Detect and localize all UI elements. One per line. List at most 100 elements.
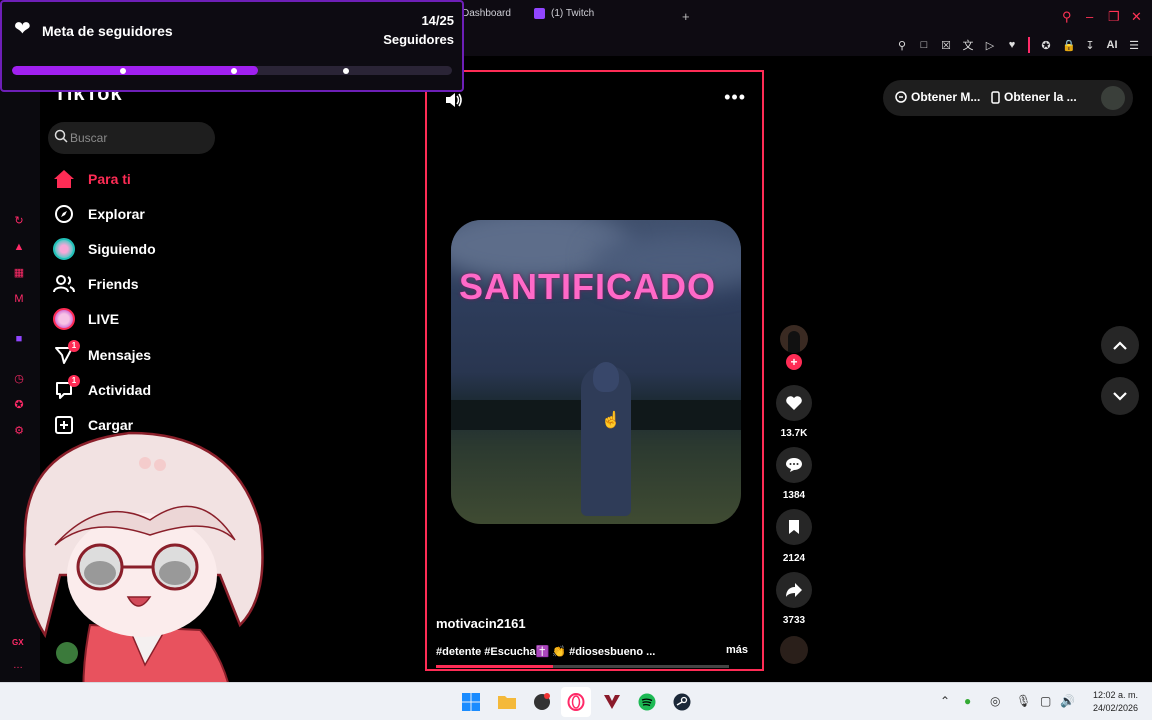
sound-disc[interactable]	[780, 636, 808, 664]
person-head	[593, 362, 619, 392]
get-app-label: Obtener la ...	[1004, 90, 1077, 104]
clock-time: 12:02 a. m.	[1092, 690, 1138, 700]
like-button[interactable]	[776, 385, 812, 421]
tab-dashboard[interactable]: Dashboard	[462, 8, 511, 19]
play-icon[interactable]: ▷	[984, 39, 996, 52]
goal-title: Meta de seguidores	[42, 23, 173, 39]
opera-gx-icon[interactable]	[565, 691, 587, 713]
caption-more-link[interactable]: más	[726, 644, 748, 656]
nav-explorar[interactable]: Explorar	[52, 200, 145, 228]
snapshot-icon[interactable]: □	[918, 39, 930, 51]
chevron-down-icon	[1113, 391, 1127, 401]
send-icon: 1	[52, 340, 80, 367]
goal-milestone-marker	[120, 68, 126, 74]
previous-video-button[interactable]	[1101, 326, 1139, 364]
system-clock[interactable]: 12:02 a. m. 24/02/2026	[1093, 689, 1138, 715]
heart-icon[interactable]: ♥	[1006, 39, 1018, 51]
file-explorer-icon[interactable]	[496, 691, 518, 713]
translate-icon[interactable]: 文	[962, 37, 974, 53]
clock-date: 24/02/2026	[1092, 703, 1138, 713]
follow-button[interactable]: +	[786, 354, 802, 370]
ai-button[interactable]: AI	[1106, 39, 1118, 51]
top-right-actions: Obtener M... Obtener la ...	[883, 80, 1133, 116]
next-video-button[interactable]	[1101, 377, 1139, 415]
share-button[interactable]	[776, 572, 812, 608]
following-avatar-icon	[52, 237, 76, 261]
start-icon[interactable]	[460, 691, 482, 713]
messages-badge: 1	[68, 340, 80, 352]
gx-corner-icon[interactable]: ▦	[12, 266, 26, 280]
activity-icon: 1	[52, 375, 80, 402]
goal-milestone-marker	[231, 68, 237, 74]
volume-icon[interactable]: 🔊	[1060, 694, 1075, 708]
restore-icon[interactable]: ❐	[1108, 9, 1120, 25]
get-coins-button[interactable]: Obtener M...	[895, 90, 980, 104]
friends-icon	[52, 272, 76, 296]
search-icon	[54, 129, 68, 143]
more-options-icon[interactable]: •••	[724, 88, 746, 106]
lock-icon[interactable]: 🔒	[1062, 39, 1076, 52]
spotify-icon[interactable]	[636, 691, 658, 713]
nav-label: Explorar	[88, 206, 145, 222]
menu-icon[interactable]: ☰	[1128, 39, 1140, 52]
nav-siguiendo[interactable]: Siguiendo	[52, 235, 156, 263]
goal-progress-fill	[12, 66, 259, 75]
comment-count: 1384	[782, 490, 806, 501]
clock-icon[interactable]: ◷	[12, 372, 26, 386]
ai-label: AI	[1106, 39, 1118, 51]
twitch-sidebar-icon[interactable]: ■	[12, 332, 26, 346]
nav-mensajes[interactable]: 1 Mensajes	[52, 340, 151, 369]
messenger-icon[interactable]: M	[12, 292, 26, 306]
goal-count: 14/25	[421, 13, 454, 28]
home-icon	[52, 167, 76, 191]
compass-icon	[52, 202, 76, 226]
nav-label: Para ti	[88, 171, 131, 187]
video-author[interactable]: motivacin2161	[436, 616, 526, 631]
extensions-icon[interactable]: ✪	[1040, 39, 1052, 52]
tab-twitch[interactable]: (1) Twitch	[534, 8, 594, 19]
goal-subtitle: Seguidores	[383, 32, 454, 47]
video-progress-bar[interactable]	[436, 665, 729, 668]
search-input[interactable]	[70, 126, 210, 150]
get-app-button[interactable]: Obtener la ...	[991, 90, 1077, 104]
microphone-icon[interactable]: 🎙	[1016, 694, 1031, 708]
video-caption[interactable]: #detente #Escucha✝️ 👏 #diosesbueno ...	[436, 645, 655, 658]
vivaldi-icon[interactable]	[601, 691, 623, 713]
video-progress-fill	[436, 665, 554, 668]
display-icon[interactable]: ▢	[1040, 694, 1051, 708]
heart-icon	[786, 396, 802, 410]
history-icon[interactable]: ↻	[12, 214, 26, 228]
video-player[interactable]: ••• SANTIFICADO ☝ motivacin2161 #detente…	[425, 70, 764, 671]
search-tabs-icon[interactable]: ⚲	[1062, 9, 1072, 25]
download-icon[interactable]: ↧	[1084, 39, 1096, 52]
tray-network-icon[interactable]: ◎	[990, 694, 1000, 708]
obs-icon[interactable]	[531, 691, 553, 713]
nav-label: Siguiendo	[88, 241, 156, 257]
toolbar-divider	[1028, 37, 1030, 53]
creator-avatar[interactable]	[780, 325, 808, 353]
steam-icon[interactable]	[671, 691, 693, 713]
close-icon[interactable]: ✕	[1131, 9, 1142, 25]
nav-para-ti[interactable]: Para ti	[52, 165, 131, 193]
new-tab-button[interactable]: +	[682, 10, 690, 24]
windows-taskbar: ⌃ ● ◎ 🎙 ▢ 🔊 12:02 a. m. 24/02/2026	[0, 682, 1152, 720]
nav-actividad[interactable]: 1 Actividad	[52, 375, 151, 404]
shield-icon[interactable]: ☒	[940, 39, 952, 52]
tray-chevron-icon[interactable]: ⌃	[940, 694, 950, 708]
tab-label: (1) Twitch	[551, 8, 595, 19]
pin-icon[interactable]: ⚲	[896, 39, 908, 52]
live-icon	[52, 307, 76, 331]
sound-icon[interactable]	[445, 92, 463, 108]
gx-control-icon[interactable]: ▲	[12, 240, 26, 254]
minimize-icon[interactable]: –	[1086, 9, 1093, 25]
extensions-sidebar-icon[interactable]: ✪	[12, 398, 26, 412]
comment-button[interactable]	[776, 447, 812, 483]
hand-cursor-icon: ☝	[601, 412, 621, 429]
tray-app-icon[interactable]: ●	[964, 694, 971, 708]
nav-live[interactable]: LIVE	[52, 305, 119, 333]
nav-friends[interactable]: Friends	[52, 270, 139, 298]
coin-icon	[895, 91, 907, 103]
phone-icon	[991, 90, 1000, 104]
save-button[interactable]	[776, 509, 812, 545]
profile-avatar[interactable]	[1101, 86, 1125, 110]
